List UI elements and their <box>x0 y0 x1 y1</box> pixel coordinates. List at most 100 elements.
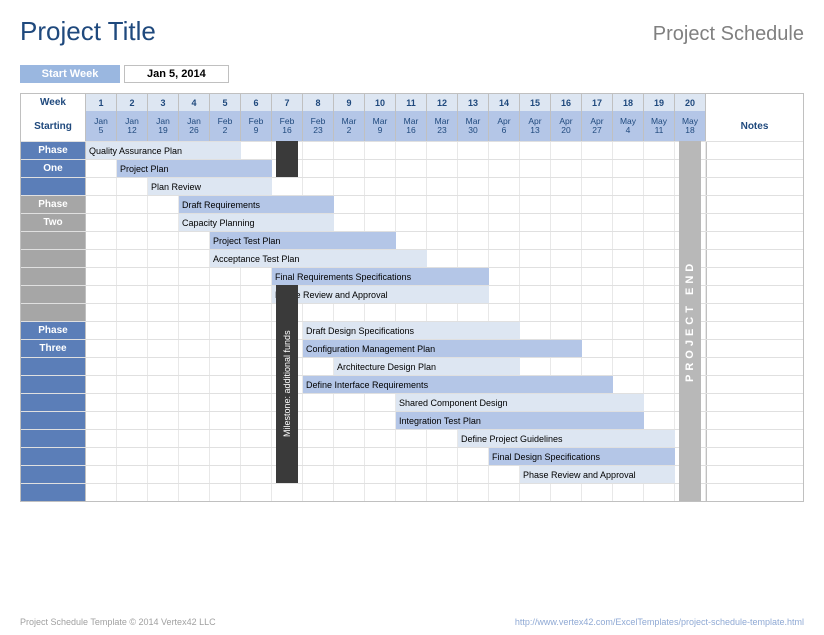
week-start-date-5: Feb2 <box>210 111 241 141</box>
notes-cell[interactable] <box>706 466 803 483</box>
week-start-date-3: Jan19 <box>148 111 179 141</box>
start-week-value[interactable]: Jan 5, 2014 <box>124 65 229 83</box>
phase-cell <box>21 178 86 195</box>
gantt-row: Final Design Specifications <box>86 448 706 465</box>
task-bar[interactable]: Integration Test Plan <box>396 412 644 429</box>
notes-cell[interactable] <box>706 160 803 177</box>
task-bar[interactable]: Acceptance Test Plan <box>210 250 427 267</box>
phase-label: Phase <box>21 322 86 339</box>
notes-cell[interactable] <box>706 322 803 339</box>
notes-cell[interactable] <box>706 484 803 501</box>
gantt-row: Quality Assurance Plan <box>86 142 706 159</box>
week-number-6: 6 <box>241 94 272 111</box>
task-bar[interactable]: Quality Assurance Plan <box>86 142 241 159</box>
notes-cell[interactable] <box>706 448 803 465</box>
task-bar[interactable]: Phase Review and Approval <box>272 286 489 303</box>
notes-cell[interactable] <box>706 340 803 357</box>
notes-cell[interactable] <box>706 268 803 285</box>
week-start-date-17: Apr27 <box>582 111 613 141</box>
gantt-row: Project Test Plan <box>86 232 706 249</box>
project-end-bar: PROJECT END <box>679 141 701 501</box>
week-number-12: 12 <box>427 94 458 111</box>
phase-label: Phase <box>21 196 86 213</box>
start-week-label: Start Week <box>20 65 120 83</box>
task-bar[interactable]: Shared Component Design <box>396 394 644 411</box>
task-bar[interactable]: Draft Design Specifications <box>303 322 520 339</box>
phase-cell <box>21 466 86 483</box>
notes-cell[interactable] <box>706 214 803 231</box>
week-start-date-9: Mar2 <box>334 111 365 141</box>
milestone-marker-top <box>276 141 298 177</box>
week-start-date-7: Feb16 <box>272 111 303 141</box>
phase-cell <box>21 412 86 429</box>
notes-cell[interactable] <box>706 430 803 447</box>
week-number-8: 8 <box>303 94 334 111</box>
gantt-row <box>86 304 706 321</box>
notes-cell[interactable] <box>706 286 803 303</box>
phase-cell <box>21 448 86 465</box>
page-subtitle: Project Schedule <box>653 23 804 46</box>
week-number-15: 15 <box>520 94 551 111</box>
notes-cell[interactable] <box>706 376 803 393</box>
notes-cell[interactable] <box>706 412 803 429</box>
phase-cell <box>21 286 86 303</box>
week-start-date-16: Apr20 <box>551 111 582 141</box>
task-bar[interactable]: Plan Review <box>148 178 272 195</box>
task-bar[interactable]: Project Test Plan <box>210 232 396 249</box>
task-bar[interactable]: Project Plan <box>117 160 272 177</box>
week-start-date-12: Mar23 <box>427 111 458 141</box>
phase-cell <box>21 484 86 501</box>
week-number-4: 4 <box>179 94 210 111</box>
notes-cell[interactable] <box>706 178 803 195</box>
gantt-row: Final Requirements Specifications <box>86 268 706 285</box>
notes-cell[interactable] <box>706 142 803 159</box>
week-number-7: 7 <box>272 94 303 111</box>
phase-cell <box>21 250 86 267</box>
task-bar[interactable]: Architecture Design Plan <box>334 358 520 375</box>
task-bar[interactable]: Configuration Management Plan <box>303 340 582 357</box>
notes-cell[interactable] <box>706 394 803 411</box>
task-bar[interactable]: Draft Requirements <box>179 196 334 213</box>
week-header: Week <box>21 94 86 111</box>
gantt-row: Integration Test Plan <box>86 412 706 429</box>
gantt-row: Project Plan <box>86 160 706 177</box>
week-start-date-19: May11 <box>644 111 675 141</box>
notes-cell[interactable] <box>706 358 803 375</box>
footer-copyright: Project Schedule Template © 2014 Vertex4… <box>20 617 216 627</box>
notes-cell[interactable] <box>706 250 803 267</box>
task-bar[interactable]: Define Project Guidelines <box>458 430 675 447</box>
week-number-9: 9 <box>334 94 365 111</box>
week-number-3: 3 <box>148 94 179 111</box>
gantt-row: Phase Review and Approval <box>86 466 706 483</box>
notes-cell[interactable] <box>706 232 803 249</box>
gantt-row <box>86 484 706 501</box>
week-number-20: 20 <box>675 94 706 111</box>
week-start-date-15: Apr13 <box>520 111 551 141</box>
gantt-row: Acceptance Test Plan <box>86 250 706 267</box>
gantt-row: Define Project Guidelines <box>86 430 706 447</box>
notes-cell[interactable] <box>706 196 803 213</box>
footer-link[interactable]: http://www.vertex42.com/ExcelTemplates/p… <box>515 617 804 627</box>
starting-header: Starting <box>21 111 86 141</box>
phase-cell <box>21 358 86 375</box>
task-bar[interactable]: Define Interface Requirements <box>303 376 613 393</box>
phase-cell <box>21 376 86 393</box>
notes-cell[interactable] <box>706 304 803 321</box>
phase-label-cont: Three <box>21 340 86 357</box>
task-bar[interactable]: Final Requirements Specifications <box>272 268 489 285</box>
week-number-13: 13 <box>458 94 489 111</box>
gantt-row: Capacity Planning <box>86 214 706 231</box>
phase-label-cont: Two <box>21 214 86 231</box>
week-start-date-11: Mar16 <box>396 111 427 141</box>
gantt-row: Define Interface Requirements <box>86 376 706 393</box>
gantt-row: Phase Review and Approval <box>86 286 706 303</box>
task-bar[interactable]: Capacity Planning <box>179 214 334 231</box>
phase-cell <box>21 232 86 249</box>
week-start-date-4: Jan26 <box>179 111 210 141</box>
task-bar[interactable]: Phase Review and Approval <box>520 466 675 483</box>
gantt-row: Architecture Design Plan <box>86 358 706 375</box>
week-number-19: 19 <box>644 94 675 111</box>
task-bar[interactable]: Final Design Specifications <box>489 448 675 465</box>
gantt-row: Shared Component Design <box>86 394 706 411</box>
week-number-5: 5 <box>210 94 241 111</box>
